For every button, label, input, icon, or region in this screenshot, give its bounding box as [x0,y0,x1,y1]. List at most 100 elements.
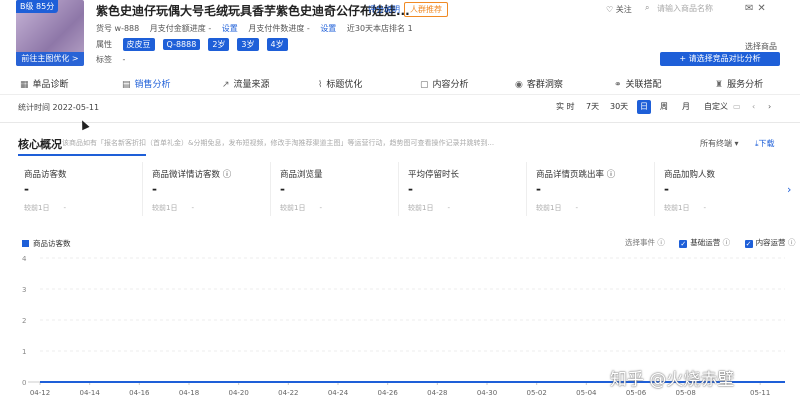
close-icon[interactable]: ✕ [757,3,769,14]
help-icon[interactable]: ⓘ [788,238,796,247]
checkbox-content-ops[interactable]: ✓ [744,240,753,248]
x-tick-label: 04-18 [179,389,199,397]
compare-value: - [63,204,66,212]
metric-card[interactable]: 商品加购人数 - 较前1日 - [658,162,783,216]
terminal-select-label: 所有终端 [700,139,732,148]
tab-label: 服务分析 [727,80,764,90]
chevron-left-icon[interactable]: ‹ [752,100,755,114]
compare-label: 较前1日 [536,204,562,212]
select-goods-label: 选择商品 [745,42,777,51]
metrics-next-arrow[interactable]: › [787,183,791,196]
tab-sales[interactable]: ▤ 销售分析 [122,77,171,90]
help-icon[interactable]: ⓘ [607,170,616,180]
crowd-recommend-tag[interactable]: 人群推荐 [404,2,448,17]
metric-compare: 较前1日 - [536,203,578,213]
y-tick-label: 3 [22,286,26,294]
analysis-tabs: ▦ 单品诊断 ▤ 销售分析 ↗ 流量来源 ⌇ 标题优化 ▢ 内容分析 ◉ 客群洞察 ⚭ 关联搭… [0,73,800,95]
mouse-cursor [78,118,90,131]
time-option-custom[interactable]: 自定义 [704,100,728,114]
metric-card[interactable]: 商品详情页跳出率 ⓘ - 较前1日 - [530,162,655,216]
follow-button[interactable]: ♡ 关注 [606,4,632,15]
tab-label: 销售分析 [134,80,171,90]
search-input[interactable]: ⌕ 请输入商品名称 [645,3,755,17]
grade-badge: B级 85分 [16,0,59,13]
metric-cards: 商品访客数 - 较前1日 - 商品微详情访客数 ⓘ - 较前1日 - 商品浏览量 -… [18,162,788,222]
y-tick-label: 1 [22,348,26,356]
y-tick-label: 0 [22,379,26,387]
metric-label: 商品访客数 [24,170,67,180]
attr-label: 属性 [96,40,112,49]
mail-icon[interactable]: ✉ [745,3,757,14]
compare-label: 较前1日 [24,204,50,212]
download-button[interactable]: ⤓下载 [755,138,775,149]
time-option-7d[interactable]: 7天 [586,100,599,114]
metric-card[interactable]: 商品浏览量 - 较前1日 - [274,162,399,216]
tag-label: 标签 [96,55,112,64]
metric-compare: 较前1日 - [280,203,322,213]
help-icon[interactable]: ⓘ [723,238,731,247]
sku: 货号 w-888 [96,24,140,33]
x-tick-label: 04-24 [328,389,349,397]
tab-diagnose[interactable]: ▦ 单品诊断 [20,77,69,90]
x-tick-label: 04-30 [477,389,497,397]
tab-title[interactable]: ⌇ 标题优化 [318,77,362,90]
help-icon[interactable]: ⓘ [657,238,665,247]
attr-tag: 皮皮豆 [122,38,155,51]
pay-amount-progress: 月支付金额进度 - [149,24,212,33]
metric-value: - [280,182,285,196]
product-title: 紫色史迪仔玩偶大号毛绒玩具香芋紫色史迪奇公仔布娃娃... [96,4,410,18]
x-tick-label: 05-02 [526,389,546,397]
time-option-month[interactable]: 月 [682,100,690,114]
tab-service[interactable]: ♜ 服务分析 [715,77,763,90]
tab-label: 单品诊断 [32,80,69,90]
metric-card[interactable]: 商品微详情访客数 ⓘ - 较前1日 - [146,162,271,216]
legend-label: 商品访客数 [33,239,71,248]
set-amount-link[interactable]: 设置 [222,24,238,33]
follow-label: 关注 [615,5,632,14]
overview-title: 核心概况 [18,138,62,151]
meta-row-attrs: 属性 皮皮豆 Q-8888 2岁 3岁 4岁 [96,38,296,51]
tab-match[interactable]: ⚭ 关联搭配 [614,77,662,90]
calendar-icon[interactable]: ▭ [733,100,741,114]
metric-label: 商品详情页跳出率 ⓘ [536,168,615,180]
terminal-select[interactable]: 所有终端 ▾ [700,138,739,149]
metric-value: - [536,182,541,196]
event-label: 选择事件 [625,238,655,247]
title-icon: ⌇ [318,80,323,90]
tab-content[interactable]: ▢ 内容分析 [420,77,469,90]
compare-value: - [703,204,706,212]
y-tick-label: 4 [22,255,27,263]
service-icon: ♜ [715,80,724,90]
checkbox-basic-ops[interactable]: ✓ [679,240,688,248]
tab-traffic[interactable]: ↗ 流量来源 [222,77,270,90]
compare-competitor-button[interactable]: + 请选择竞品对比分析 [660,52,780,66]
time-option-30d[interactable]: 30天 [610,100,628,114]
metric-value: - [24,182,29,196]
metric-value: - [408,182,413,196]
search-placeholder: 请输入商品名称 [657,4,713,13]
pay-count-progress: 月支付件数进度 - [248,24,310,33]
tab-label: 客群洞察 [526,80,563,90]
rating-explain-link[interactable]: 评分说明 [368,4,400,15]
main-image-optimize-button[interactable]: 前往主图优化 > [16,52,84,66]
tab-label: 流量来源 [233,80,270,90]
chart-legend[interactable]: 商品访客数 [22,238,71,249]
chevron-right-icon[interactable]: › [768,100,771,114]
time-option-week[interactable]: 周 [660,100,668,114]
help-icon[interactable]: ⓘ [223,170,232,180]
x-tick-label: 04-26 [377,389,398,397]
diagnose-icon: ▦ [20,80,29,90]
tab-customer[interactable]: ◉ 客群洞察 [515,77,563,90]
compare-value: - [319,204,322,212]
set-count-link[interactable]: 设置 [320,24,336,33]
chevron-down-icon: ▾ [734,139,739,148]
attr-tag: 3岁 [237,38,259,51]
time-option-day[interactable]: 日 [637,100,651,114]
x-tick-label: 05-06 [626,389,647,397]
metric-card[interactable]: 平均停留时长 - 较前1日 - [402,162,527,216]
shop-rank: 近30天本店排名 1 [346,24,413,33]
metric-card[interactable]: 商品访客数 - 较前1日 - [18,162,143,216]
product-thumbnail[interactable]: B级 85分 前往主图优化 > [16,0,84,66]
metric-compare: 较前1日 - [152,203,194,213]
time-option-realtime[interactable]: 实 时 [556,100,575,114]
